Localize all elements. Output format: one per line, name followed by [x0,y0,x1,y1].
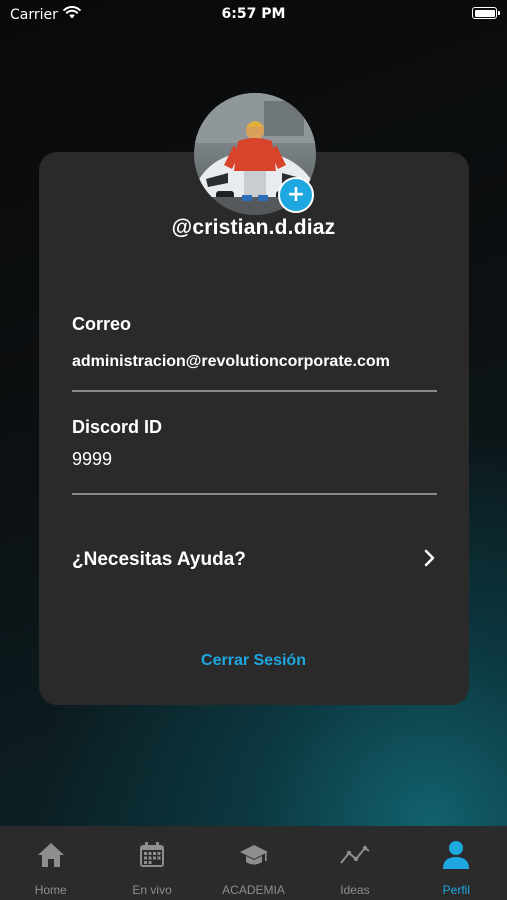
chevron-right-icon [423,548,437,572]
tab-ideas-label: Ideas [340,883,370,897]
help-row[interactable]: ¿Necesitas Ayuda? [72,545,437,575]
tab-en-vivo-label: En vivo [132,883,172,897]
username: @cristian.d.diaz [171,216,336,239]
status-bar: Carrier 6:57 PM [0,0,507,28]
email-label: Correo [72,314,132,334]
tab-home-label: Home [34,883,67,897]
tab-academia[interactable]: ACADEMIA [203,826,304,900]
tab-perfil[interactable]: Perfil [406,826,507,900]
discord-value: 9999 [72,449,113,469]
graduation-cap-icon [238,840,270,870]
plus-icon: + [286,182,306,207]
discord-label: Discord ID [72,417,163,437]
email-value: administracion@revolutioncorporate.com [72,353,390,370]
tab-en-vivo[interactable]: En vivo [101,826,202,900]
help-label: ¿Necesitas Ayuda? [72,549,246,570]
tab-academia-label: ACADEMIA [222,883,285,897]
home-icon [36,840,66,870]
trend-line-icon [339,840,371,870]
tab-bar: Home En vivo ACADEMIA Ideas Perfil [0,826,507,900]
status-time: 6:57 PM [221,6,286,22]
tab-home[interactable]: Home [0,826,101,900]
calendar-icon [138,840,166,870]
tab-ideas[interactable]: Ideas [304,826,405,900]
discord-divider [72,493,437,495]
battery-icon [472,7,500,19]
logout-button[interactable]: Cerrar Sesión [0,652,507,670]
user-icon [442,840,470,870]
tab-perfil-label: Perfil [442,883,470,897]
email-divider [72,390,437,392]
add-photo-button[interactable]: + [278,177,314,213]
